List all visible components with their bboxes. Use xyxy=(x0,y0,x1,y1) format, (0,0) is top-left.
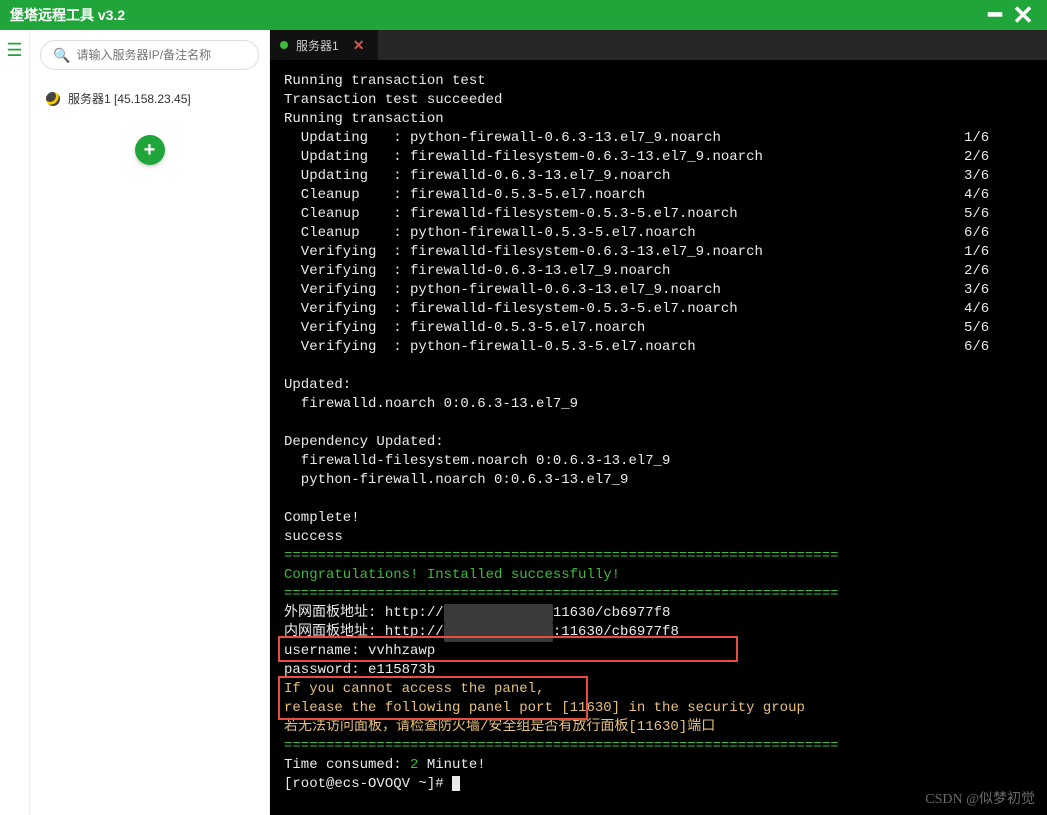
terminal-tab[interactable]: 服务器1 ✕ xyxy=(270,30,378,60)
watermark: CSDN @似梦初觉 xyxy=(925,790,1035,809)
tab-label: 服务器1 xyxy=(296,37,339,54)
app-title: 堡塔远程工具 v3.2 xyxy=(10,5,125,25)
status-dot-icon xyxy=(280,41,288,49)
search-icon: 🔍 xyxy=(53,47,70,64)
left-gutter: ☰ xyxy=(0,30,30,815)
search-box[interactable]: 🔍 xyxy=(40,40,259,70)
terminal-text: Running transaction test Transaction tes… xyxy=(284,72,1033,794)
title-bar: 堡塔远程工具 v3.2 ━ ✕ xyxy=(0,0,1047,30)
terminal-area: 服务器1 ✕ Running transaction test Transact… xyxy=(270,30,1047,815)
server-label: 服务器1 [45.158.23.45] xyxy=(68,90,191,107)
tab-close-icon[interactable]: ✕ xyxy=(353,37,365,54)
close-icon[interactable]: ✕ xyxy=(1009,1,1037,29)
minimize-icon[interactable]: ━ xyxy=(981,1,1009,29)
terminal-output[interactable]: Running transaction test Transaction tes… xyxy=(270,60,1047,815)
add-server-button[interactable]: + xyxy=(135,135,165,165)
cursor-icon xyxy=(452,776,460,791)
menu-icon[interactable]: ☰ xyxy=(6,40,22,61)
sidebar: 🔍 服务器1 [45.158.23.45] + xyxy=(30,30,270,815)
server-list-item[interactable]: 服务器1 [45.158.23.45] xyxy=(40,82,259,115)
search-input[interactable] xyxy=(76,48,246,62)
linux-icon xyxy=(46,92,60,106)
tab-bar: 服务器1 ✕ xyxy=(270,30,1047,60)
